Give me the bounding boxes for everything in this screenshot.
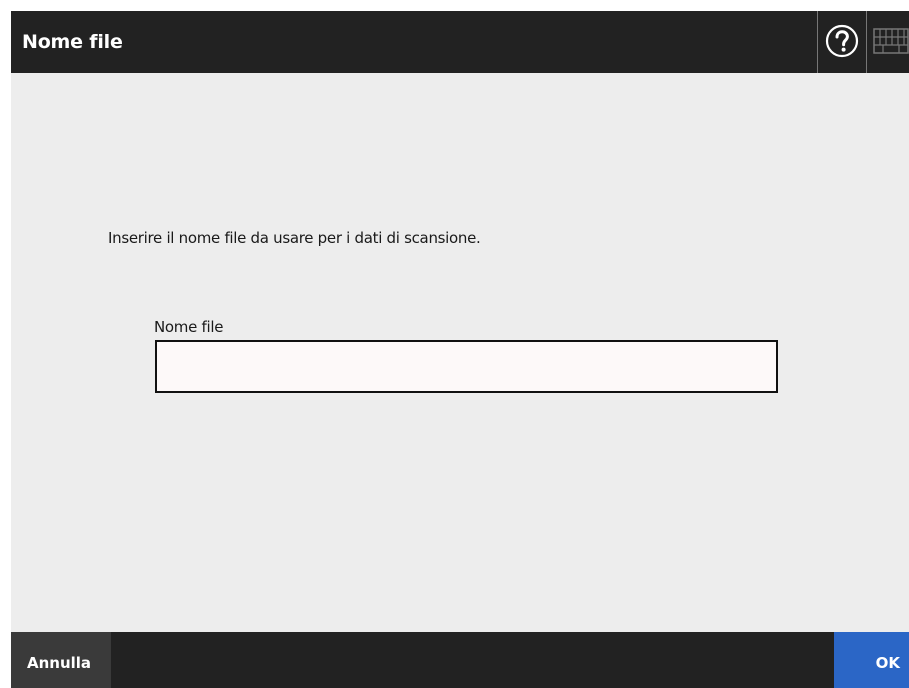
keyboard-button[interactable] (867, 11, 909, 73)
filename-input[interactable] (155, 340, 778, 393)
ok-button[interactable]: OK (834, 632, 909, 688)
page-title: Nome file (22, 31, 123, 53)
footer-bar: Annulla OK (11, 632, 909, 688)
instruction-text: Inserire il nome file da usare per i dat… (108, 229, 481, 247)
help-button[interactable] (817, 11, 867, 73)
filename-label: Nome file (154, 318, 224, 336)
header-bar: Nome file (11, 11, 909, 73)
keyboard-icon (873, 28, 909, 54)
dialog-screen: Nome file Inserire il nome file da usare… (11, 11, 909, 688)
cancel-button[interactable]: Annulla (11, 632, 111, 688)
help-icon (825, 24, 859, 58)
